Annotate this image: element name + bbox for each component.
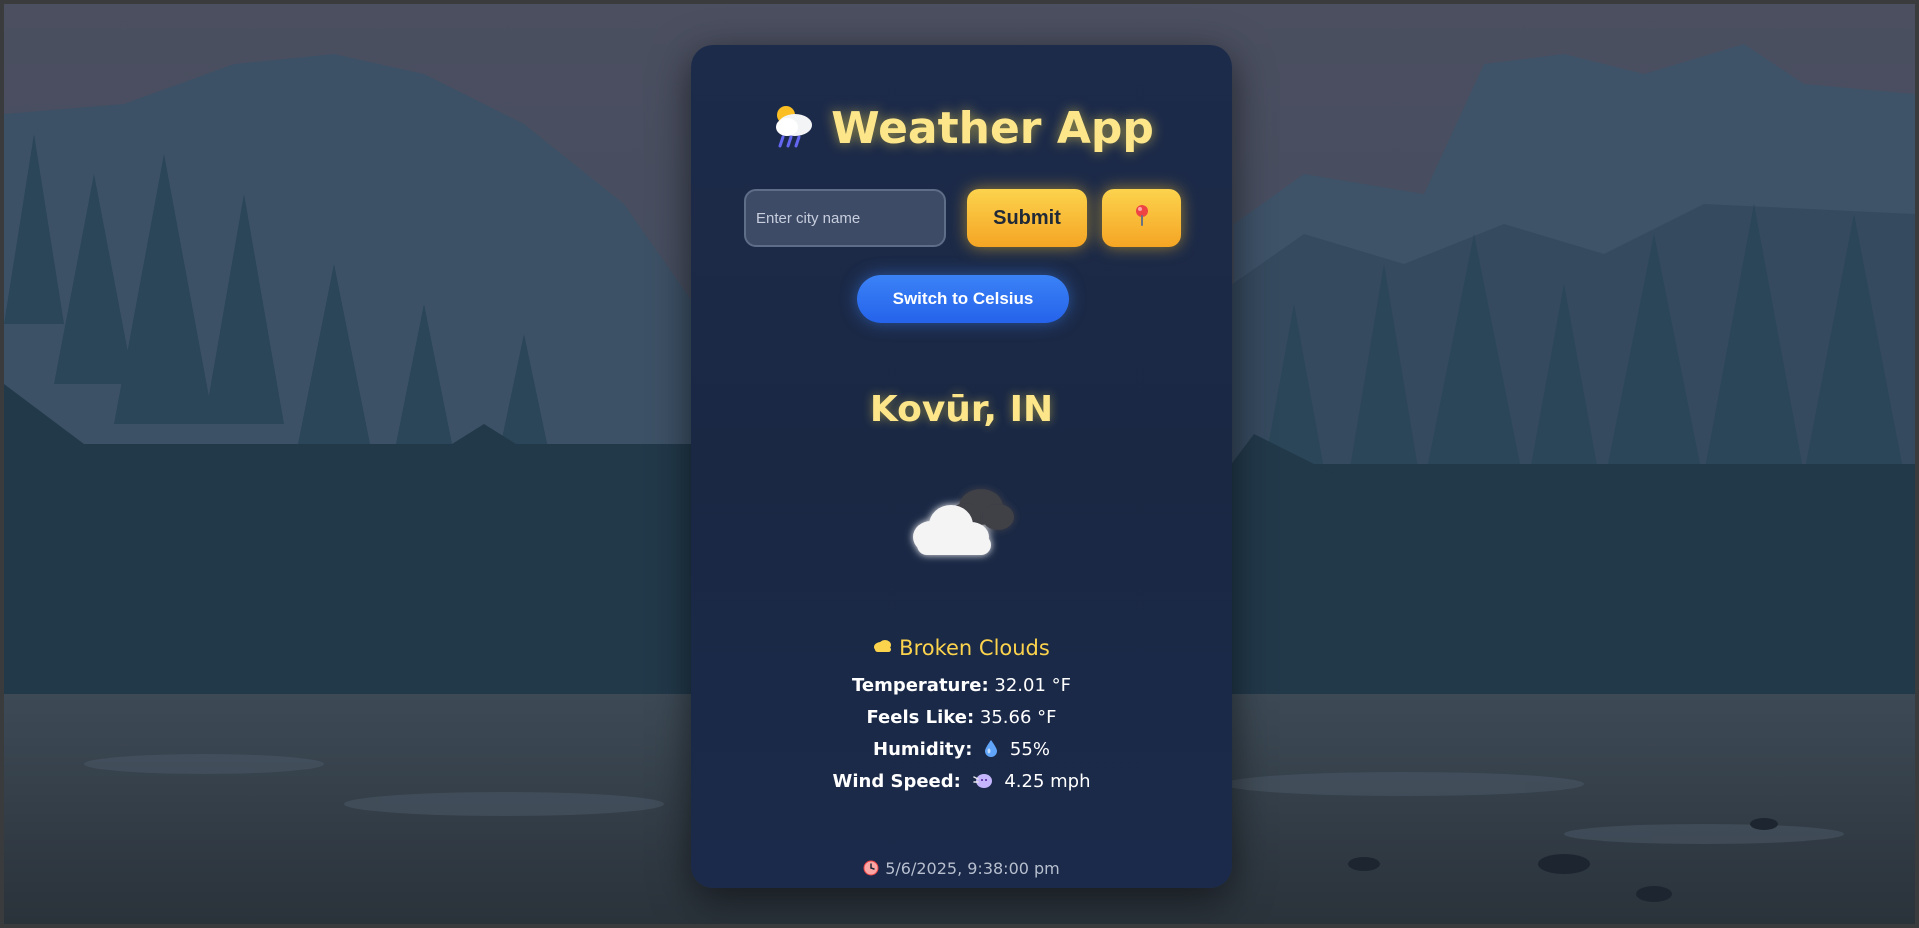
temperature-value: 32.01 °F: [994, 675, 1071, 696]
sun-behind-rain-cloud-icon: [769, 101, 817, 160]
location-button[interactable]: [1102, 189, 1181, 247]
weather-card: Weather App Submit Switch to Celsius Kov…: [691, 45, 1232, 888]
droplet-icon: [984, 739, 998, 762]
clock-icon: [863, 860, 879, 880]
feels-like-row: Feels Like: 35.66 °F: [691, 707, 1232, 728]
feels-like-value: 35.66 °F: [979, 707, 1057, 728]
wind-speed-value: 4.25 mph: [1004, 771, 1091, 792]
city-search-input[interactable]: [744, 189, 946, 247]
location-pin-icon: [1132, 204, 1152, 232]
last-updated: 5/6/2025, 9:38:00 pm: [691, 859, 1232, 880]
city-name: Kovūr, IN: [869, 389, 1054, 430]
humidity-value: 55%: [1009, 739, 1050, 760]
condition-text: Broken Clouds: [899, 636, 1050, 660]
wind-speed-row: Wind Speed: 4.25 mph: [691, 771, 1232, 794]
timestamp-text: 5/6/2025, 9:38:00 pm: [885, 859, 1060, 878]
feels-like-label: Feels Like:: [866, 707, 975, 728]
wind-face-icon: [972, 771, 993, 794]
background-landscape: Weather App Submit Switch to Celsius Kov…: [4, 4, 1915, 924]
app-title: Weather App: [691, 101, 1232, 160]
humidity-label: Humidity:: [873, 739, 973, 760]
temperature-row: Temperature: 32.01 °F: [691, 675, 1232, 696]
broken-clouds-icon: [903, 477, 1023, 571]
wind-speed-label: Wind Speed:: [832, 771, 961, 792]
submit-button[interactable]: Submit: [967, 189, 1087, 247]
app-title-text: Weather App: [831, 103, 1154, 154]
weather-condition: Broken Clouds: [691, 634, 1232, 660]
humidity-row: Humidity: 55%: [691, 739, 1232, 762]
cloud-icon: [873, 634, 893, 658]
unit-toggle-button[interactable]: Switch to Celsius: [857, 275, 1069, 323]
temperature-label: Temperature:: [851, 675, 989, 696]
